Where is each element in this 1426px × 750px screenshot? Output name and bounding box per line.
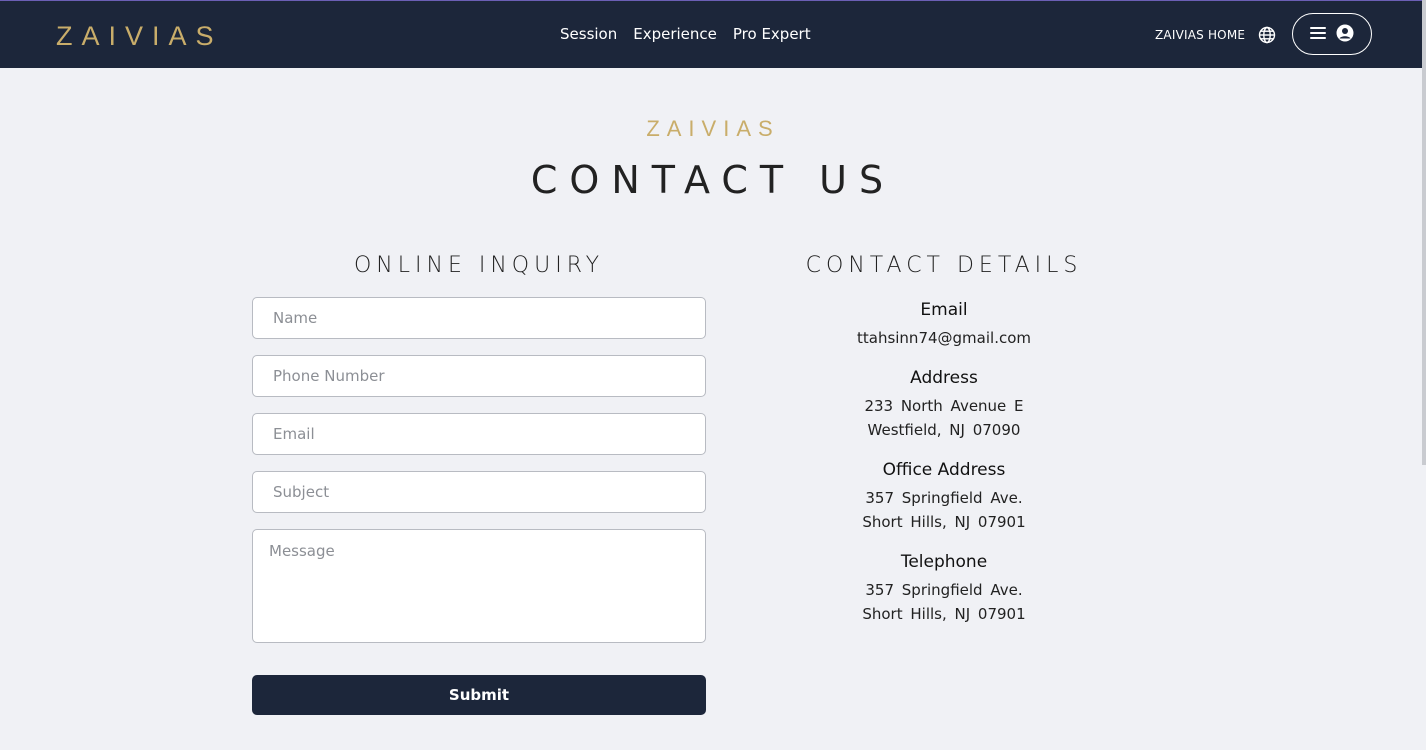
detail-email-value[interactable]: ttahsinn74@gmail.com [794, 326, 1094, 350]
account-menu-button[interactable] [1292, 13, 1372, 55]
email-input[interactable] [252, 413, 706, 455]
detail-email: Email ttahsinn74@gmail.com [794, 300, 1094, 350]
navbar: ZAIVIAS Session Experience Pro Expert ZA… [0, 1, 1422, 68]
page-title: CONTACT US [530, 158, 896, 202]
detail-office-line: 357 Springfield Ave. [865, 489, 1023, 507]
detail-telephone-line: Short Hills, NJ 07901 [862, 605, 1026, 623]
detail-office-label: Office Address [882, 460, 1006, 480]
detail-telephone: Telephone 357 Springfield Ave. Short Hil… [794, 552, 1094, 626]
details-title: CONTACT DETAILS [805, 253, 1083, 278]
detail-email-label: Email [920, 300, 968, 320]
user-circle-icon [1336, 24, 1354, 45]
brand-logo: ZAIVIAS [646, 116, 780, 141]
detail-office-line: Short Hills, NJ 07901 [862, 513, 1026, 531]
nav-link-experience[interactable]: Experience [633, 25, 717, 43]
nav-link-pro-expert[interactable]: Pro Expert [733, 25, 811, 43]
detail-telephone-label: Telephone [900, 552, 988, 572]
home-link[interactable]: ZAIVIAS HOME [1155, 28, 1245, 42]
inquiry-title: ONLINE INQUIRY [353, 253, 605, 278]
globe-icon[interactable] [1258, 26, 1276, 44]
detail-address-line: Westfield, NJ 07090 [867, 421, 1021, 439]
main-nav: Session Experience Pro Expert [560, 25, 811, 43]
header-logo[interactable]: ZAIVIAS [56, 21, 223, 52]
detail-address-label: Address [910, 368, 978, 388]
name-input[interactable] [252, 297, 706, 339]
nav-link-session[interactable]: Session [560, 25, 617, 43]
detail-address-line: 233 North Avenue E [864, 397, 1024, 415]
detail-telephone-line: 357 Springfield Ave. [865, 581, 1023, 599]
hamburger-icon [1310, 26, 1326, 43]
phone-input[interactable] [252, 355, 706, 397]
message-textarea[interactable] [252, 529, 706, 643]
page-scrollbar[interactable] [1422, 0, 1426, 465]
subject-input[interactable] [252, 471, 706, 513]
submit-button[interactable]: Submit [252, 675, 706, 715]
detail-office: Office Address 357 Springfield Ave. Shor… [794, 460, 1094, 534]
detail-address: Address 233 North Avenue E Westfield, NJ… [794, 368, 1094, 442]
